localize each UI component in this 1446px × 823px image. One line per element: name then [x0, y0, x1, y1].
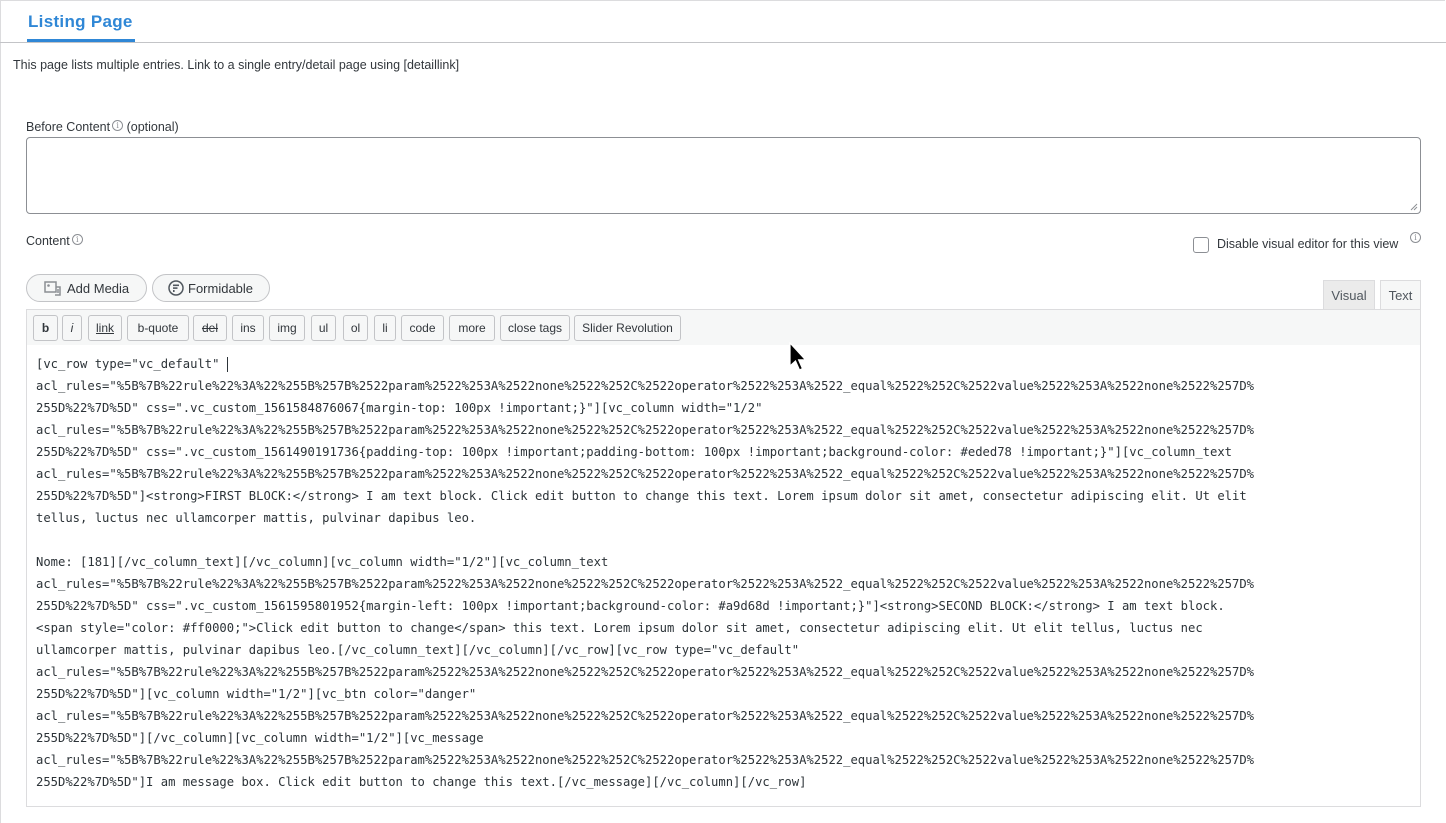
qt-ul-button[interactable]: ul: [311, 315, 336, 341]
quicktags-toolbar: b i link b-quote del ins img ul ol li co…: [26, 309, 1421, 346]
add-media-label: Add Media: [67, 280, 130, 296]
optional-label: (optional): [126, 120, 179, 134]
qt-link-button[interactable]: link: [88, 315, 122, 341]
resize-handle-icon[interactable]: [1410, 203, 1418, 211]
qt-more-button[interactable]: more: [449, 315, 495, 341]
before-content-label: Before Content: [26, 120, 111, 134]
formidable-icon: [168, 280, 184, 296]
editor-line: acl_rules="%5B%7B%22rule%22%3A%22%255B%2…: [36, 379, 1255, 393]
qt-blockquote-button[interactable]: b-quote: [127, 315, 189, 341]
content-label: Content: [26, 234, 70, 248]
qt-italic-button[interactable]: i: [62, 315, 82, 341]
tab-visual[interactable]: Visual: [1323, 280, 1375, 309]
editor-line: acl_rules="%5B%7B%22rule%22%3A%22%255B%2…: [36, 753, 1255, 767]
editor-line: acl_rules="%5B%7B%22rule%22%3A%22%255B%2…: [36, 665, 1255, 679]
editor-line: acl_rules="%5B%7B%22rule%22%3A%22%255B%2…: [36, 467, 1255, 481]
formidable-button[interactable]: Formidable: [152, 274, 270, 302]
editor-line: acl_rules="%5B%7B%22rule%22%3A%22%255B%2…: [36, 423, 1255, 437]
disable-visual-editor-label[interactable]: Disable visual editor for this view: [1217, 237, 1398, 251]
text-tab-label: Text: [1388, 287, 1413, 303]
editor-line: acl_rules="%5B%7B%22rule%22%3A%22%255B%2…: [36, 577, 1255, 591]
editor-line: tellus, luctus nec ullamcorper mattis, p…: [36, 511, 477, 525]
qt-slider-revolution-button[interactable]: Slider Revolution: [574, 315, 681, 341]
qt-li-button[interactable]: li: [374, 315, 396, 341]
qt-del-button[interactable]: del: [193, 315, 227, 341]
editor-line: 255D%22%7D%5D" css=".vc_custom_156159580…: [36, 599, 1225, 613]
qt-code-button[interactable]: code: [401, 315, 444, 341]
info-icon[interactable]: i: [1410, 232, 1421, 243]
add-media-button[interactable]: Add Media: [26, 274, 147, 302]
page-description: This page lists multiple entries. Link t…: [13, 58, 460, 72]
editor-line: ullamcorper mattis, pulvinar dapibus leo…: [36, 643, 800, 657]
editor-line: 255D%22%7D%5D"][/vc_column][vc_column wi…: [36, 731, 484, 745]
info-icon[interactable]: i: [112, 120, 124, 131]
tab-listing-page[interactable]: Listing Page: [28, 12, 133, 32]
disable-visual-editor-checkbox[interactable]: [1193, 237, 1209, 253]
disable-visual-label-group: Disable visual editor for this view: [1217, 237, 1398, 251]
info-icon[interactable]: i: [71, 234, 83, 245]
editor-line: Nome: [181][/vc_column_text][/vc_column]…: [36, 555, 609, 569]
visual-tab-label: Visual: [1331, 287, 1367, 303]
editor-line: 255D%22%7D%5D"]<strong>FIRST BLOCK:</str…: [36, 489, 1247, 503]
editor-code[interactable]: [vc_row type="vc_default" acl_rules="%5B…: [36, 353, 1416, 793]
before-content-label-group: Before Content i (optional): [26, 120, 179, 134]
media-icon: [44, 281, 61, 296]
editor-line: [vc_row type="vc_default": [36, 357, 227, 371]
qt-ol-button[interactable]: ol: [343, 315, 368, 341]
content-label-group: Content i: [26, 234, 83, 248]
mouse-pointer-icon: [789, 342, 807, 371]
editor-line: acl_rules="%5B%7B%22rule%22%3A%22%255B%2…: [36, 709, 1255, 723]
before-content-textarea[interactable]: [26, 137, 1421, 214]
text-caret: [226, 357, 228, 372]
editor-line: 255D%22%7D%5D"][vc_column width="1/2"][v…: [36, 687, 477, 701]
formidable-label: Formidable: [188, 280, 254, 296]
editor-line: 255D%22%7D%5D" css=".vc_custom_156158487…: [36, 401, 763, 415]
qt-ins-button[interactable]: ins: [232, 315, 264, 341]
editor-line: <span style="color: #ff0000;">Click edit…: [36, 621, 1203, 635]
tab-text[interactable]: Text: [1380, 280, 1421, 310]
qt-img-button[interactable]: img: [269, 315, 305, 341]
content-editor-textarea[interactable]: [vc_row type="vc_default" acl_rules="%5B…: [26, 345, 1421, 807]
qt-close-tags-button[interactable]: close tags: [500, 315, 570, 341]
tab-bar: Listing Page: [0, 0, 1446, 43]
active-tab-indicator: [27, 39, 135, 42]
qt-bold-button[interactable]: b: [33, 315, 58, 341]
editor-line: 255D%22%7D%5D"]I am message box. Click e…: [36, 775, 807, 789]
editor-line: 255D%22%7D%5D" css=".vc_custom_156149019…: [36, 445, 1233, 459]
